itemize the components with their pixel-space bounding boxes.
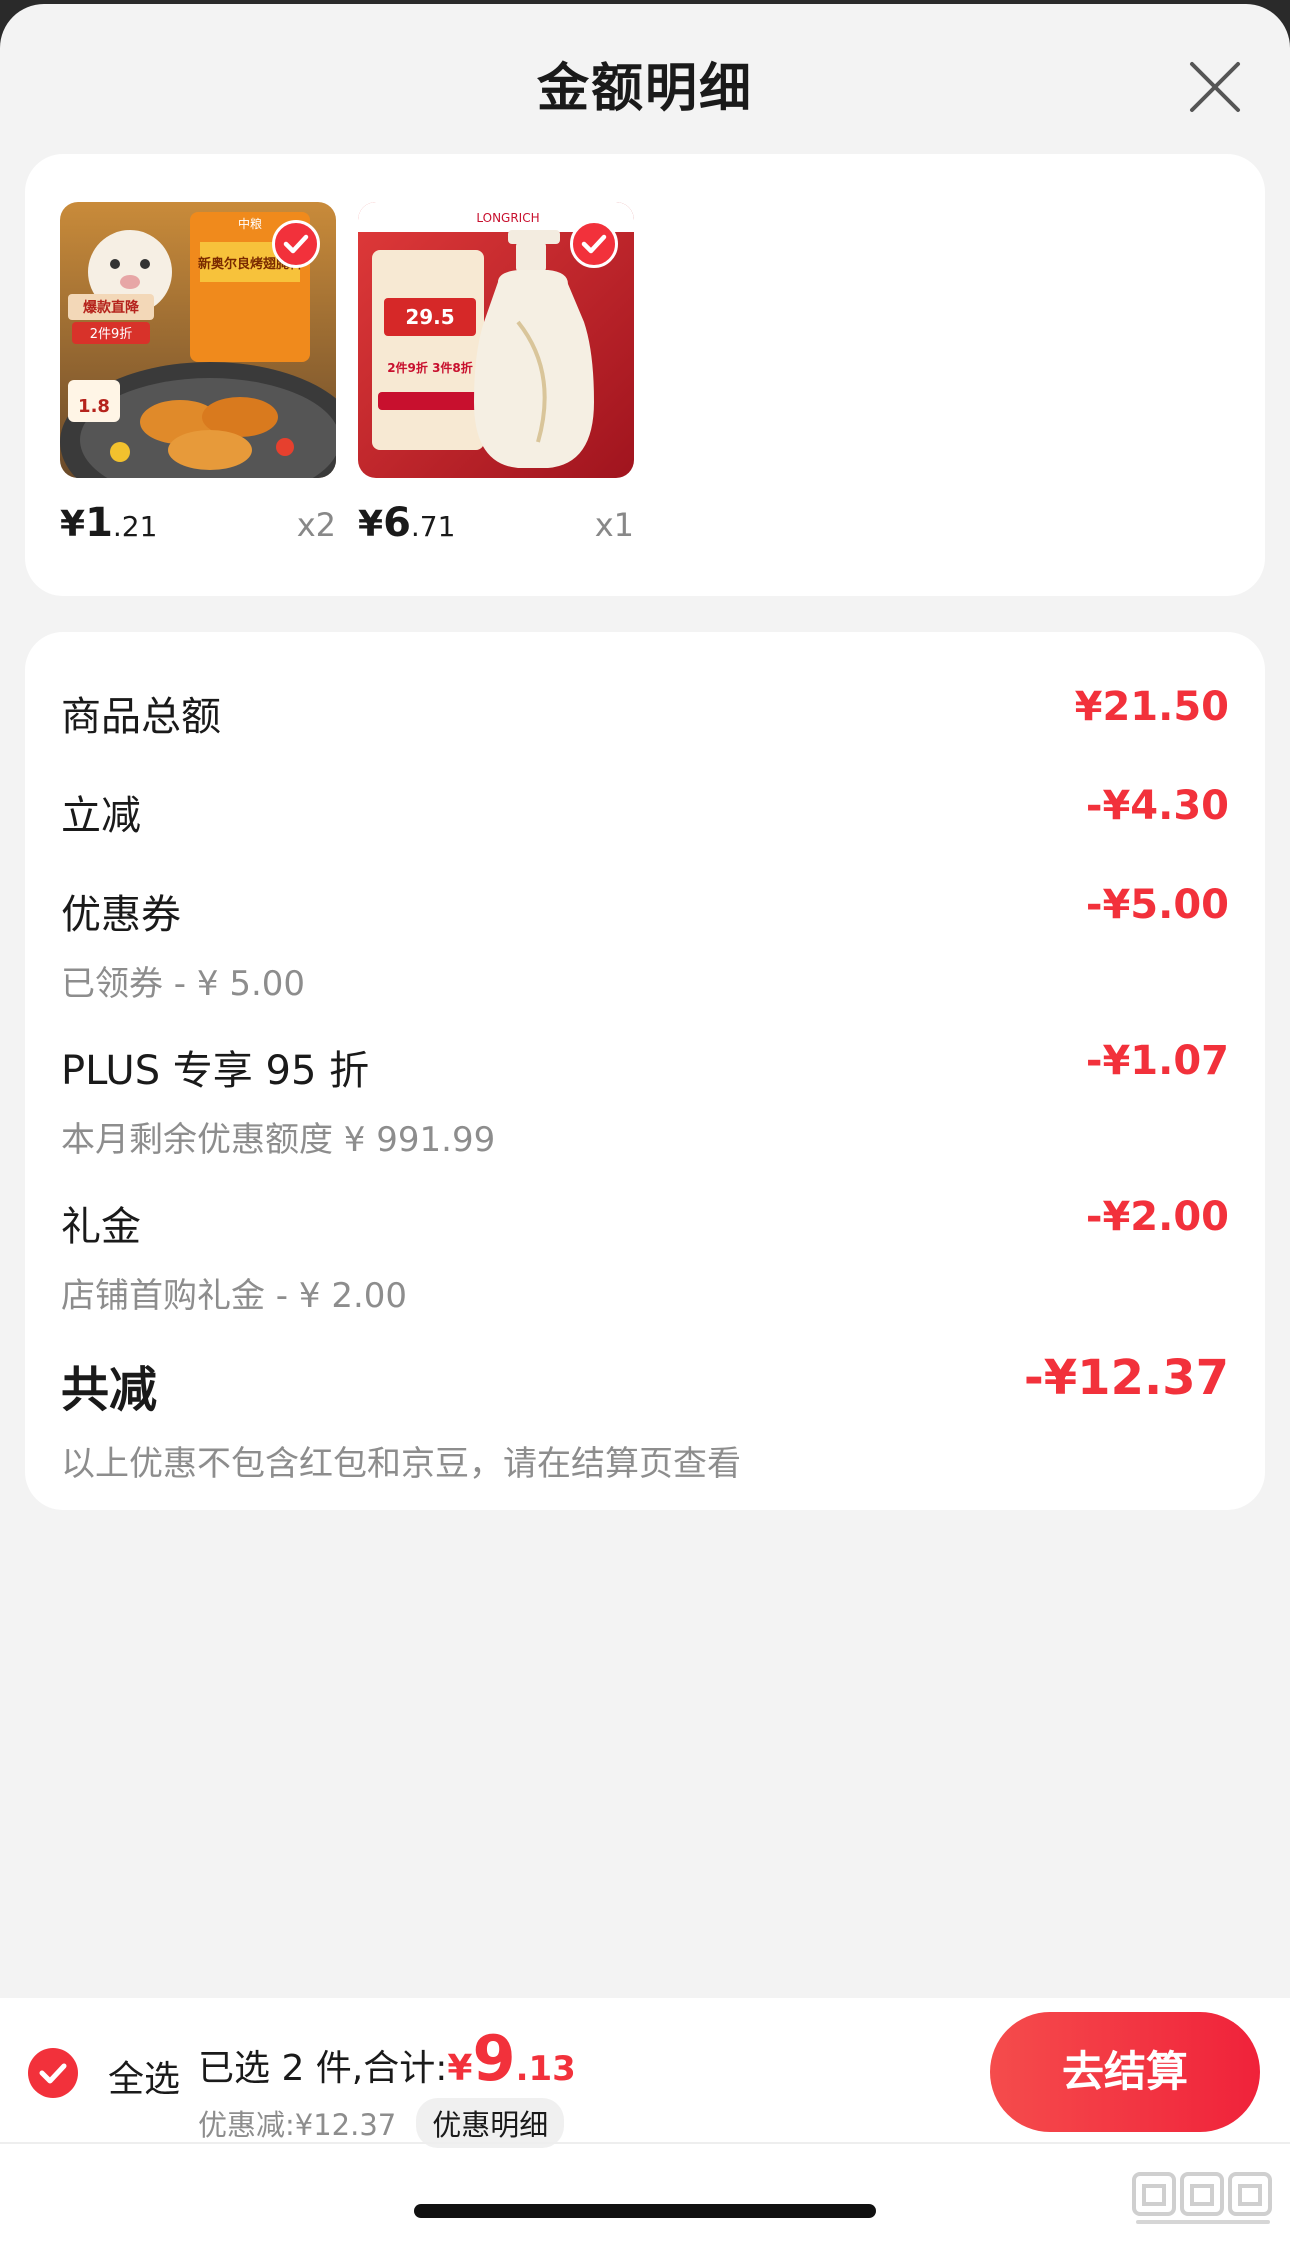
breakdown-row-total-discount: 共减 以上优惠不包含红包和京豆，请在结算页查看 -¥12.37 [61,1350,1229,1485]
product-item[interactable]: 中粮 新奥尔良烤翅腌料 爆款直降 2件9折 1.8 ¥1.21 x2 [60,202,336,546]
select-all-checkbox[interactable] [28,2048,78,2098]
checkout-button[interactable]: 去结算 [990,2012,1260,2132]
product-image-brand: LONGRICH [476,211,539,225]
discount-summary: 优惠减:¥12.37 [198,2108,397,2142]
product-selected-check[interactable] [570,220,618,268]
product-item[interactable]: LONGRICH 29.5 2件9折 3件8折 ¥6.71 x1 [358,202,634,546]
selected-products-card: 中粮 新奥尔良烤翅腌料 爆款直降 2件9折 1.8 ¥1.21 x2 LONGR… [25,154,1265,596]
home-indicator[interactable] [414,2204,876,2218]
check-icon [581,234,607,254]
amount-detail-sheet: 金额明细 中粮 新奥尔良烤翅腌料 爆款直降 2件9折 1.8 ¥1.21 x2 … [0,4,1290,2242]
product-image-brand: 中粮 [238,216,262,231]
breakdown-sub-text: 店铺首购礼金 - ¥ 2.00 [61,1276,408,1316]
order-total-summary: 已选 2 件,合计:¥9.13 [198,2022,576,2095]
product-selected-check[interactable] [272,220,320,268]
close-button[interactable] [1180,52,1250,122]
check-icon [39,2063,67,2084]
product-image-price: 29.5 [405,305,454,329]
watermark-logo-icon [1132,2172,1272,2224]
breakdown-label: 礼金 [61,1204,141,1250]
breakdown-sub-text: 本月剩余优惠额度 ¥ 991.99 [61,1120,496,1160]
product-price-row: ¥6.71 x1 [358,500,634,550]
total-integer: 9 [472,2022,516,2095]
sheet-header: 金额明细 [0,4,1290,154]
total-currency: ¥ [447,2048,473,2089]
breakdown-label: 立减 [61,793,141,839]
breakdown-amount: -¥5.00 [1085,882,1229,928]
product-price: ¥6.71 [358,500,456,546]
breakdown-amount: -¥4.30 [1085,783,1229,829]
breakdown-amount: ¥21.50 [1074,684,1229,730]
select-all-label[interactable]: 全选 [108,2050,180,2102]
breakdown-amount: -¥2.00 [1085,1194,1229,1240]
close-icon [1190,62,1240,112]
product-image-promo: 2件9折 [90,327,133,342]
watermark-logo [1128,2166,1278,2234]
discount-detail-link[interactable]: 优惠明细 [416,2098,565,2148]
product-image-tag: 爆款直降 [83,299,140,316]
breakdown-label: 优惠券 [61,892,181,938]
discount-line: 优惠减:¥12.37 优惠明细 [198,2098,565,2148]
divider [0,2142,1290,2144]
page-title: 金额明细 [536,59,753,119]
breakdown-row-gift-money: 礼金 店铺首购礼金 - ¥ 2.00 -¥2.00 [61,1194,1229,1317]
check-icon [283,234,309,254]
breakdown-sub-text: 已领券 - ¥ 5.00 [61,964,306,1004]
product-price: ¥1.21 [60,500,158,546]
breakdown-label: PLUS 专享 95 折 [61,1048,370,1094]
breakdown-label: 商品总额 [61,694,221,740]
breakdown-row-subtotal: 商品总额 ¥21.50 [61,684,1229,742]
breakdown-amount: -¥1.07 [1085,1038,1229,1084]
product-image-price: 1.8 [78,396,110,417]
product-quantity: x2 [296,506,336,544]
product-image-promo: 2件9折 3件8折 [387,360,473,375]
selected-count-text: 已选 2 件,合计: [198,2048,448,2089]
product-image[interactable]: 中粮 新奥尔良烤翅腌料 爆款直降 2件9折 1.8 [60,202,336,478]
total-decimal: .13 [515,2049,576,2089]
product-image[interactable]: LONGRICH 29.5 2件9折 3件8折 [358,202,634,478]
price-breakdown-card: 商品总额 ¥21.50 立减 -¥4.30 优惠券 已领券 - ¥ 5.00 -… [25,632,1265,1510]
breakdown-row-instant-discount: 立减 -¥4.30 [61,783,1229,841]
product-price-row: ¥1.21 x2 [60,500,336,550]
total-discount-note: 以上优惠不包含红包和京豆，请在结算页查看 [61,1444,741,1484]
breakdown-row-coupon: 优惠券 已领券 - ¥ 5.00 -¥5.00 [61,882,1229,1005]
total-discount-amount: -¥12.37 [1023,1350,1229,1406]
breakdown-row-plus-discount: PLUS 专享 95 折 本月剩余优惠额度 ¥ 991.99 -¥1.07 [61,1038,1229,1161]
checkout-bar: 全选 已选 2 件,合计:¥9.13 优惠减:¥12.37 优惠明细 去结算 [0,1998,1290,2242]
product-quantity: x1 [594,506,634,544]
